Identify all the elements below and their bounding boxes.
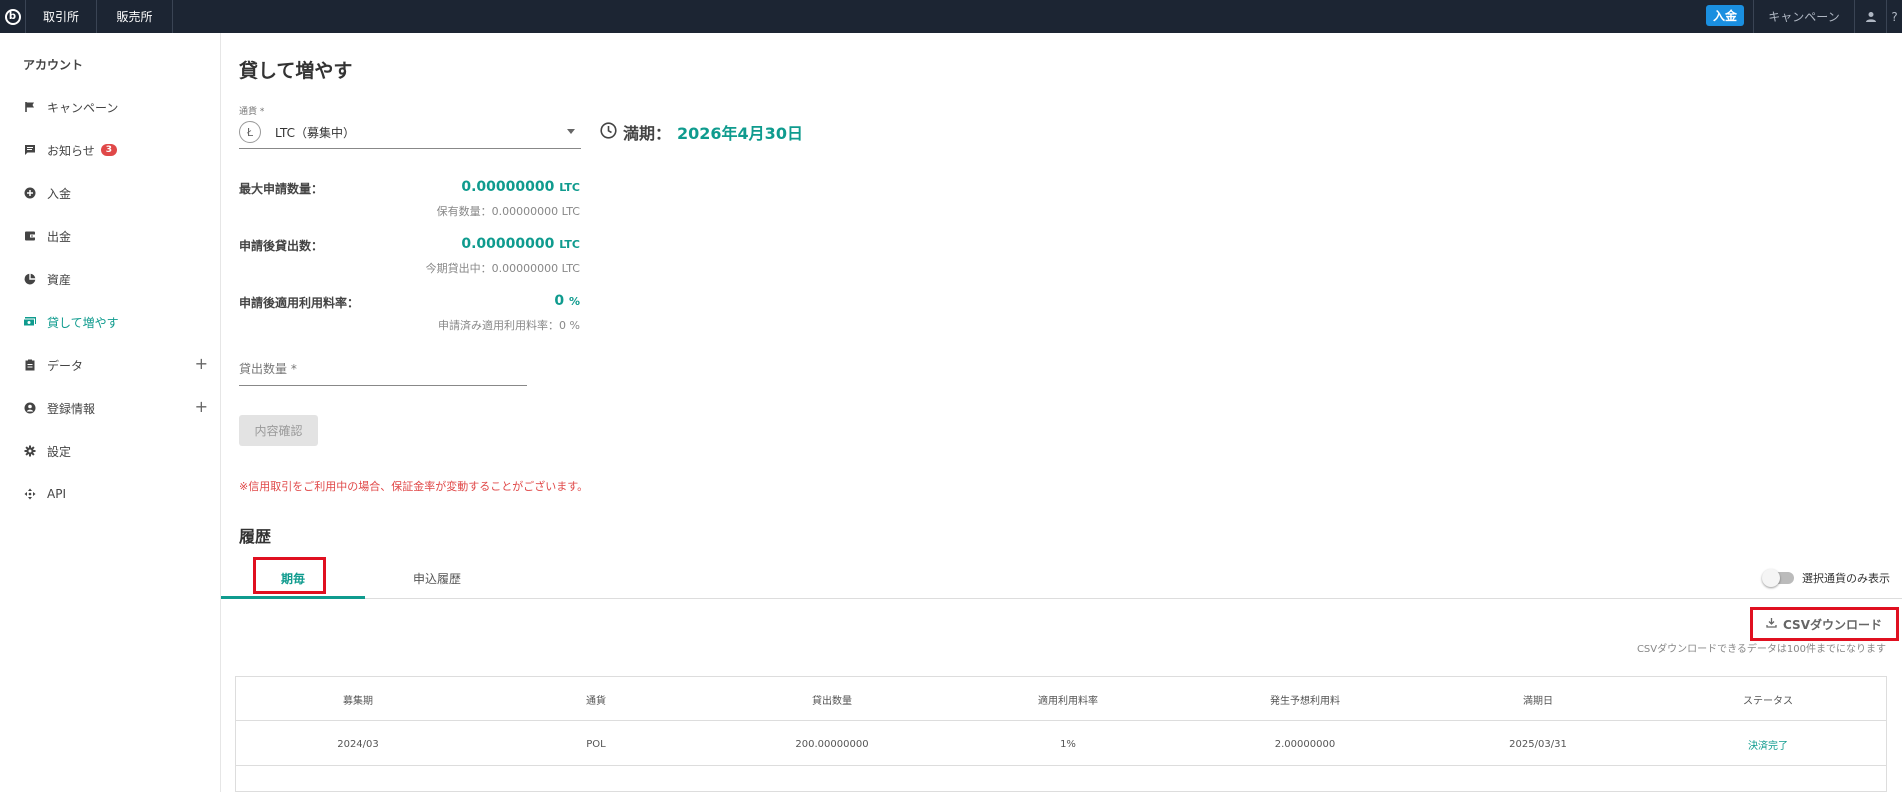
sidebar-item-registration[interactable]: 登録情報 +: [0, 393, 220, 423]
post-rate-value: 0 %: [554, 293, 580, 309]
csv-note: CSVダウンロードできるデータは100件までになります: [1636, 644, 1886, 655]
post-rate-label: 申請後適用利用料率：: [239, 296, 360, 310]
table-cell: 2025/03/31: [1509, 738, 1567, 750]
column-header: 通貨: [586, 695, 606, 707]
expand-plus-icon[interactable]: +: [195, 399, 208, 415]
maturity-display: 満期： 2026年4月30日: [600, 120, 803, 144]
highlight-box: [1750, 607, 1899, 641]
lend-amount-placeholder: 貸出数量 *: [239, 362, 297, 376]
gear-icon: [23, 444, 37, 458]
sidebar-item-label: キャンペーン: [47, 100, 119, 115]
column-header: 適用利用料率: [1038, 695, 1098, 707]
chevron-down-icon: [567, 129, 575, 134]
column-header: 満期日: [1523, 695, 1553, 707]
sidebar-item-notices[interactable]: お知らせ 3: [0, 135, 220, 165]
nav-exchange[interactable]: 取引所: [26, 0, 97, 33]
column-header: ステータス: [1743, 695, 1793, 707]
table-cell: 2.00000000: [1274, 738, 1336, 750]
lend-amount-input[interactable]: 貸出数量 *: [239, 352, 527, 386]
toggle-label: 選択通貨のみ表示: [1802, 572, 1890, 585]
post-lend-value: 0.00000000 LTC: [461, 236, 580, 252]
message-icon: [23, 143, 37, 157]
history-title: 履歴: [239, 527, 272, 546]
logo-icon[interactable]: b: [0, 0, 26, 33]
sidebar-item-campaign[interactable]: キャンペーン: [0, 92, 220, 122]
sidebar-item-label: 設定: [47, 444, 72, 459]
expand-plus-icon[interactable]: +: [195, 356, 208, 372]
applied-rate-text: 申請済み適用利用料率：0 %: [438, 319, 580, 332]
lend-icon: [23, 315, 37, 329]
account-heading: アカウント: [23, 58, 84, 72]
wallet-icon: [23, 229, 37, 243]
confirm-button[interactable]: 内容確認: [239, 415, 318, 446]
column-header: 貸出数量: [812, 695, 852, 707]
sidebar-item-lending[interactable]: 貸して増やす: [0, 307, 220, 337]
highlight-box: [253, 557, 326, 594]
flag-icon: [23, 100, 37, 114]
margin-warning: ※信用取引をご利用中の場合、保証金率が変動することがございます。: [239, 480, 589, 493]
maturity-date: 2026年4月30日: [677, 124, 803, 143]
sidebar-item-label: お知らせ: [47, 143, 95, 158]
column-header: 募集期: [343, 695, 373, 707]
sidebar-item-label: 資産: [47, 272, 72, 287]
sidebar-item-label: 登録情報: [47, 401, 96, 416]
sidebar-item-label: 入金: [47, 186, 72, 201]
nav-sales[interactable]: 販売所: [97, 0, 173, 33]
sidebar-item-assets[interactable]: 資産: [0, 264, 220, 294]
toggle-switch[interactable]: [1762, 569, 1794, 587]
sidebar-item-data[interactable]: データ +: [0, 350, 220, 380]
table-cell: 1%: [1060, 738, 1076, 750]
max-request-value: 0.00000000 LTC: [461, 179, 580, 195]
notification-badge: 3: [100, 144, 118, 156]
top-bar: b 取引所 販売所 入金 キャンペーン ?: [0, 0, 1902, 33]
table-cell: 200.00000000: [795, 738, 869, 750]
sidebar-item-label: データ: [47, 358, 84, 373]
sidebar-item-label: API: [47, 487, 66, 501]
currency-value: LTC（募集中）: [275, 125, 356, 140]
api-icon: [23, 487, 37, 501]
table-cell: POL: [586, 738, 606, 750]
sidebar-item-api[interactable]: API: [0, 479, 220, 509]
table-row: 2024/03 POL 200.00000000 1% 2.00000000 2…: [236, 722, 1886, 766]
post-lend-label: 申請後貸出数：: [239, 239, 324, 253]
current-lending-text: 今期貸出中：0.00000000 LTC: [425, 262, 580, 275]
plus-circle-icon: [23, 186, 37, 200]
selected-currency-toggle[interactable]: 選択通貨のみ表示: [1762, 569, 1890, 587]
table-header: 募集期 通貨 貸出数量 適用利用料率 発生予想利用料 満期日 ステータス: [236, 677, 1886, 721]
deposit-button[interactable]: 入金: [1706, 5, 1744, 26]
status-badge: 決済完了: [1748, 740, 1788, 752]
maturity-label: 満期：: [623, 124, 672, 143]
campaign-link[interactable]: キャンペーン: [1753, 0, 1855, 33]
max-request-label: 最大申請数量：: [239, 182, 324, 196]
pie-chart-icon: [23, 272, 37, 286]
history-table: 募集期 通貨 貸出数量 適用利用料率 発生予想利用料 満期日 ステータス 202…: [235, 676, 1887, 792]
holdings-text: 保有数量：0.00000000 LTC: [436, 205, 580, 218]
clock-icon: [600, 121, 617, 143]
sidebar-item-withdraw[interactable]: 出金: [0, 221, 220, 251]
sidebar-item-deposit[interactable]: 入金: [0, 178, 220, 208]
help-icon[interactable]: ?: [1887, 0, 1902, 33]
column-header: 発生予想利用料: [1270, 695, 1340, 707]
litecoin-icon: Ł: [239, 121, 261, 143]
tab-application-history[interactable]: 申込履歴: [365, 558, 509, 599]
table-cell: 2024/03: [337, 738, 379, 750]
active-tab-indicator: [221, 596, 365, 599]
page-title: 貸して増やす: [239, 60, 353, 82]
clipboard-icon: [23, 358, 37, 372]
user-icon[interactable]: [1855, 0, 1887, 33]
sidebar: アカウント キャンペーン お知らせ 3 入金 出金 資産 貸して増やす データ …: [0, 33, 221, 792]
sidebar-item-settings[interactable]: 設定: [0, 436, 220, 466]
sidebar-item-label: 出金: [47, 229, 72, 244]
account-icon: [23, 401, 37, 415]
history-tabs: 期毎 申込履歴: [221, 558, 1902, 599]
sidebar-item-label: 貸して増やす: [47, 315, 119, 330]
currency-select[interactable]: Ł LTC（募集中）: [239, 116, 581, 149]
